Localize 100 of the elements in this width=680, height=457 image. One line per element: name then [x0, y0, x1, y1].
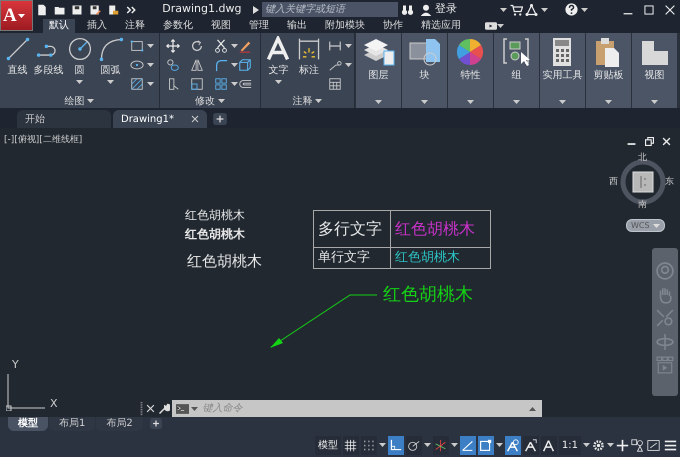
caret-icon[interactable]: [378, 443, 386, 447]
isolate-objects-icon[interactable]: [631, 438, 644, 452]
layers-icon[interactable]: [362, 37, 396, 67]
tool-label[interactable]: 组: [512, 70, 522, 82]
rotate-icon[interactable]: [190, 38, 204, 52]
ribbon-tab[interactable]: 输出: [281, 19, 313, 33]
new-file-icon[interactable]: [36, 4, 48, 16]
panel-title[interactable]: 修改: [195, 94, 216, 108]
cart-icon[interactable]: [510, 4, 522, 16]
ribbon-tab[interactable]: 附加模块: [319, 19, 371, 33]
arc-icon[interactable]: [98, 36, 124, 62]
status-toggle[interactable]: [432, 436, 449, 454]
restore-icon[interactable]: [645, 137, 654, 146]
grid-icon[interactable]: [344, 438, 358, 452]
plus-icon[interactable]: [213, 113, 227, 125]
move-icon[interactable]: [166, 38, 180, 52]
tool-label[interactable]: 视图: [644, 70, 664, 82]
ortho-icon[interactable]: [389, 438, 402, 452]
compass-east-label[interactable]: 东: [665, 178, 674, 187]
ribbon-tab[interactable]: 协作: [377, 19, 409, 33]
caret-icon[interactable]: [450, 443, 458, 447]
caret-icon[interactable]: [559, 100, 566, 104]
compass-south-label[interactable]: 南: [638, 201, 647, 210]
isodraft-icon[interactable]: [434, 438, 448, 452]
caret-icon[interactable]: [230, 44, 238, 48]
command-input[interactable]: 键入命令: [172, 400, 542, 417]
plus-icon[interactable]: [150, 418, 162, 429]
tool-label[interactable]: 剪贴板: [594, 70, 624, 82]
ribbon-tab[interactable]: 视图: [205, 19, 237, 33]
model-space-label[interactable]: 模型: [314, 436, 341, 454]
tracking-icon[interactable]: [461, 438, 474, 452]
caret-icon[interactable]: [424, 443, 431, 447]
caret-icon[interactable]: [344, 62, 352, 66]
osnap-icon[interactable]: [479, 438, 492, 452]
caret-icon[interactable]: [607, 443, 614, 447]
caret-icon[interactable]: [18, 14, 25, 18]
double-chevron-icon[interactable]: [124, 4, 136, 16]
status-toggle[interactable]: [540, 436, 557, 454]
caret-icon[interactable]: [146, 44, 154, 48]
triangle-network-icon[interactable]: [525, 4, 538, 16]
close-icon[interactable]: [191, 115, 199, 123]
caret-icon[interactable]: [146, 82, 154, 86]
file-tab[interactable]: Drawing1*: [113, 110, 207, 128]
circle-icon[interactable]: [66, 36, 92, 62]
search-field[interactable]: 键入关键字或短语: [262, 2, 398, 17]
video-icon[interactable]: [485, 22, 497, 30]
ribbon-tab[interactable]: 插入: [81, 19, 113, 33]
caret-icon[interactable]: [651, 100, 658, 104]
print-icon[interactable]: [106, 4, 119, 16]
caret-icon[interactable]: [529, 407, 536, 411]
status-toggle[interactable]: [406, 436, 422, 454]
grip-icon[interactable]: [140, 402, 143, 416]
caret-icon[interactable]: [421, 100, 428, 104]
table-icon[interactable]: [328, 76, 342, 90]
caret-icon[interactable]: [541, 8, 548, 12]
caret-icon[interactable]: [496, 443, 503, 447]
ribbon-tab[interactable]: 注释: [119, 19, 151, 33]
close-icon[interactable]: [146, 404, 155, 413]
wrench-icon[interactable]: [158, 402, 170, 414]
viewport-label[interactable]: [-][俯视][二维线框]: [4, 134, 82, 148]
ribbon-tab[interactable]: 精选应用: [415, 19, 467, 33]
layout-tab[interactable]: 布局2: [96, 417, 143, 431]
ribbon-tool-button[interactable]: 直线: [2, 36, 33, 94]
save-icon[interactable]: [71, 4, 84, 16]
scale-icon[interactable]: [190, 76, 204, 90]
caret-icon[interactable]: [315, 99, 322, 103]
caret-icon[interactable]: [497, 24, 504, 28]
status-toggle[interactable]: [388, 436, 404, 454]
fillet-icon[interactable]: [214, 58, 228, 72]
ribbon-tab[interactable]: 默认: [43, 19, 75, 33]
maximize-icon[interactable]: [644, 4, 654, 14]
line-icon[interactable]: [4, 36, 30, 62]
cube-icon[interactable]: [238, 58, 252, 72]
help-icon[interactable]: [564, 3, 578, 16]
caret-icon[interactable]: [513, 100, 520, 104]
caret-icon[interactable]: [344, 44, 352, 48]
caret-icon[interactable]: [580, 8, 588, 12]
status-toggle[interactable]: [478, 436, 494, 454]
play-arrow-icon[interactable]: [253, 6, 259, 14]
save-as-icon[interactable]: [89, 4, 101, 16]
ribbon-tool-button[interactable]: 圆弧: [95, 36, 126, 94]
binoculars-icon[interactable]: [400, 4, 414, 16]
array-icon[interactable]: [214, 76, 228, 90]
snap-dots-icon[interactable]: [362, 438, 376, 452]
scissors-icon[interactable]: [214, 38, 228, 52]
rectangle-icon[interactable]: [130, 38, 144, 52]
fullscreen-icon[interactable]: [646, 438, 661, 452]
caret-icon[interactable]: [605, 100, 612, 104]
polar-icon[interactable]: [407, 438, 420, 452]
caret-icon[interactable]: [230, 82, 238, 86]
status-toggle[interactable]: [360, 436, 377, 454]
caret-icon[interactable]: [500, 8, 507, 12]
tool-label[interactable]: 实用工具: [542, 70, 582, 82]
status-toggle[interactable]: [504, 436, 521, 454]
layout-tab[interactable]: 布局1: [49, 417, 96, 431]
caret-icon[interactable]: [76, 80, 83, 84]
ribbon-tab[interactable]: 管理: [243, 19, 275, 33]
ribbon-tool-button[interactable]: 圆: [64, 36, 95, 94]
layout-tab[interactable]: 模型: [8, 417, 48, 431]
annotation-scale-icon[interactable]: [542, 438, 556, 452]
